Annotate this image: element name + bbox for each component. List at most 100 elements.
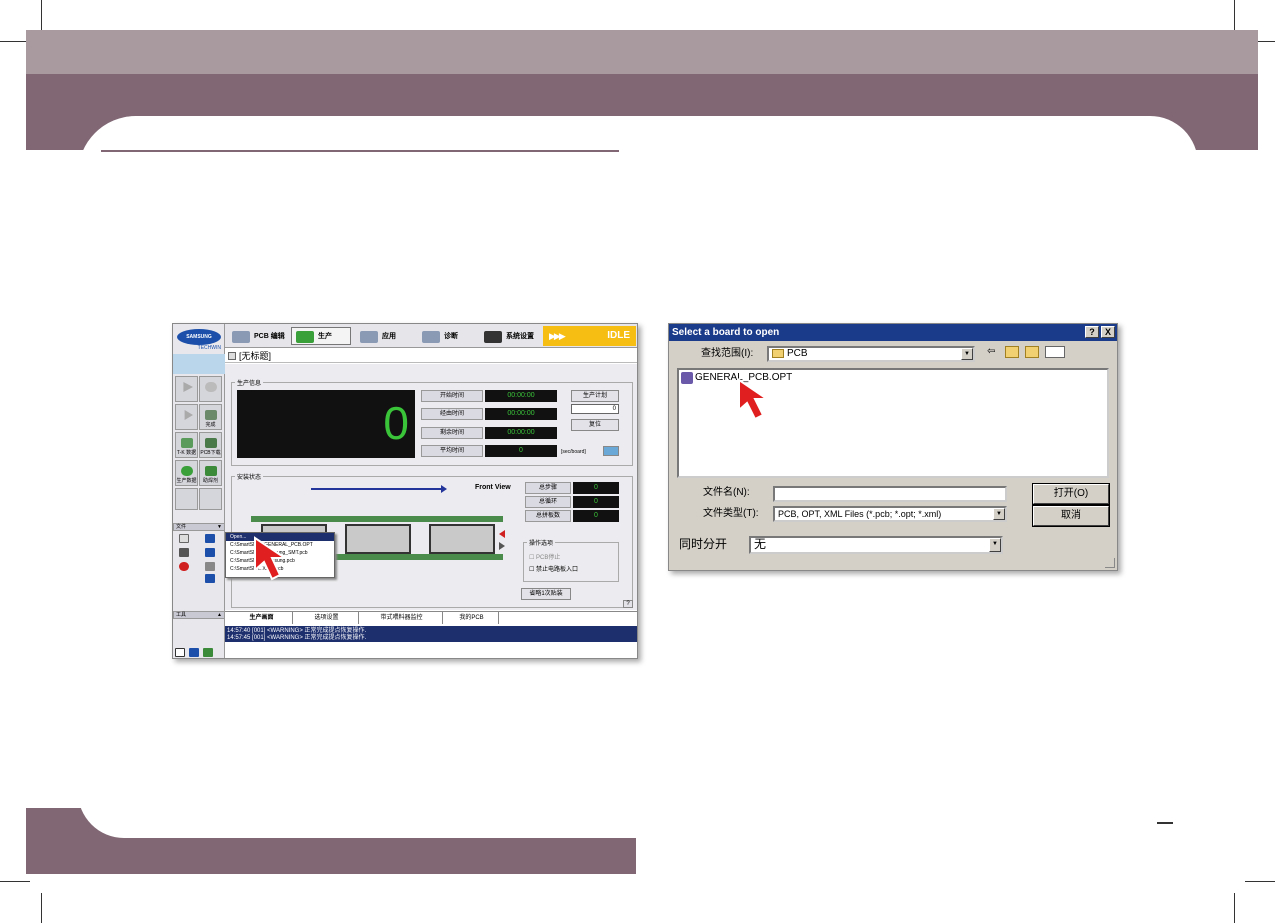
tab-my-pcb[interactable]: 我的PCB bbox=[445, 612, 499, 624]
resize-grip[interactable] bbox=[1105, 558, 1115, 568]
prod-data-button[interactable]: 生产数据 bbox=[175, 460, 198, 486]
main-toolbar: PCB 编辑 生产 应用 诊断 系统设置 ▶▶▶ IDLE bbox=[225, 324, 637, 348]
file-type-value: PCB, OPT, XML Files (*.pcb; *.opt; *.xml… bbox=[778, 509, 942, 519]
dropdown-arrow-icon[interactable]: ▼ bbox=[961, 348, 973, 360]
crop-mark bbox=[41, 0, 42, 30]
diagnose-tab[interactable]: 诊断 bbox=[417, 327, 475, 345]
apply-tab[interactable]: 应用 bbox=[355, 327, 413, 345]
remaining-time-value: 00:00:00 bbox=[485, 427, 557, 439]
complete-button[interactable]: 完成 bbox=[199, 404, 222, 430]
system-settings-tab[interactable]: 系统设置 bbox=[479, 327, 541, 345]
wave-graphic bbox=[173, 354, 225, 374]
cancel-button[interactable]: 取消 bbox=[1032, 505, 1110, 527]
look-in-select[interactable]: PCB ▼ bbox=[767, 346, 975, 362]
calculator-button[interactable] bbox=[603, 446, 619, 456]
pcb-edit-tab[interactable]: PCB 编辑 bbox=[227, 327, 289, 345]
file-type-label: 文件类型(T): bbox=[703, 508, 759, 519]
new-folder-icon[interactable] bbox=[1025, 346, 1039, 358]
tool-icon[interactable] bbox=[203, 648, 213, 657]
skip-mount-button[interactable]: 省略1次贴装 bbox=[521, 588, 571, 600]
copy-icon[interactable] bbox=[205, 562, 215, 571]
operation-options-label: 操作选项 bbox=[527, 538, 556, 547]
chevron-up-icon: ▲ bbox=[217, 612, 222, 618]
flux-button[interactable]: 助焊剂 bbox=[199, 460, 222, 486]
new-file-icon[interactable] bbox=[179, 534, 189, 543]
hand-button[interactable] bbox=[199, 376, 222, 402]
tools-section-header[interactable]: 工具 ▲ bbox=[173, 611, 225, 619]
content-area-top bbox=[78, 116, 1198, 176]
file-list[interactable]: GENERAL_PCB.OPT bbox=[677, 368, 1109, 478]
red-pointer-icon bbox=[738, 378, 771, 421]
dropdown-arrow-icon[interactable]: ▼ bbox=[993, 508, 1005, 520]
pcb-download-label: PCB下载 bbox=[200, 450, 221, 456]
open-folder-icon[interactable] bbox=[205, 534, 215, 543]
save-as-icon[interactable] bbox=[205, 548, 215, 557]
tab-production-screen[interactable]: 生产画面 bbox=[231, 612, 293, 624]
print-icon[interactable] bbox=[205, 574, 215, 583]
average-time-value: 0 bbox=[485, 445, 557, 457]
close-button[interactable]: X bbox=[1101, 326, 1115, 338]
file-section-header[interactable]: 文件 ▼ bbox=[173, 523, 225, 531]
pcb-stop-option[interactable]: ☐ PCB停止 bbox=[529, 552, 560, 561]
start-time-label: 开始时间 bbox=[421, 390, 483, 402]
file-name-label: 文件名(N): bbox=[703, 487, 750, 498]
sidebar: SAMSUNG TECHWIN 完成 T-K 数据 PCB下载 生产数据 助焊剂… bbox=[173, 324, 225, 658]
file-type-select[interactable]: PCB, OPT, XML Files (*.pcb; *.opt; *.xml… bbox=[773, 506, 1007, 522]
production-screen: SAMSUNG TECHWIN 完成 T-K 数据 PCB下载 生产数据 助焊剂… bbox=[172, 323, 638, 659]
tab-tape-feeder-monitor[interactable]: 带式喂料器监控 bbox=[361, 612, 443, 624]
bottom-tab-bar: 生产画面 选项设置 带式喂料器监控 我的PCB bbox=[225, 611, 637, 624]
document-title: [无标题] bbox=[239, 351, 272, 361]
step-button[interactable] bbox=[175, 404, 198, 430]
total-steps-label: 总步骤 bbox=[525, 482, 571, 494]
record-icon[interactable] bbox=[179, 562, 189, 571]
save-icon[interactable] bbox=[179, 548, 189, 557]
sync-value: 无 bbox=[754, 537, 767, 551]
tk-data-label: T-K 数据 bbox=[176, 450, 197, 456]
complete-label: 完成 bbox=[205, 422, 216, 428]
production-plan-button[interactable]: 生产计划 bbox=[571, 390, 619, 402]
dropdown-arrow-icon[interactable]: ▼ bbox=[989, 538, 1001, 552]
reset-button[interactable]: 复位 bbox=[571, 419, 619, 431]
pcb-edit-label: PCB 编辑 bbox=[254, 333, 285, 340]
apply-label: 应用 bbox=[382, 333, 396, 340]
grid-icon bbox=[181, 438, 193, 448]
pcb-download-button[interactable]: PCB下载 bbox=[199, 432, 222, 458]
up-folder-icon[interactable] bbox=[1005, 346, 1019, 358]
help-button[interactable]: ? bbox=[1085, 326, 1099, 338]
total-steps-value: 0 bbox=[573, 482, 619, 494]
gray-arrow-icon bbox=[499, 542, 505, 550]
production-icon bbox=[296, 331, 314, 343]
hand-icon bbox=[205, 382, 217, 392]
open-button[interactable]: 打开(O) bbox=[1032, 483, 1110, 505]
empty-button[interactable] bbox=[199, 488, 222, 510]
crop-mark bbox=[1234, 0, 1235, 30]
hand-complete-icon bbox=[205, 410, 217, 420]
sync-select[interactable]: 无 ▼ bbox=[749, 536, 1003, 554]
file-name-input[interactable] bbox=[773, 486, 1007, 502]
apply-icon bbox=[360, 331, 378, 343]
help-button[interactable]: ? bbox=[623, 600, 633, 608]
operation-options-group bbox=[523, 542, 619, 582]
production-tab[interactable]: 生产 bbox=[291, 327, 351, 345]
back-arrow-icon[interactable]: ⇦ bbox=[987, 346, 995, 358]
block-entry-option[interactable]: ☐ 禁止电路板入口 bbox=[529, 564, 578, 573]
status-arrows: ▶▶▶ bbox=[549, 331, 566, 341]
font-icon[interactable] bbox=[175, 648, 185, 657]
production-plan-input[interactable]: 0 bbox=[571, 404, 619, 414]
folder-icon bbox=[772, 348, 784, 358]
system-settings-label: 系统设置 bbox=[506, 333, 534, 340]
sync-label: 同时分开 bbox=[679, 537, 728, 551]
tk-data-button[interactable]: T-K 数据 bbox=[175, 432, 198, 458]
pcb-stop-label: PCB停止 bbox=[536, 555, 561, 561]
header-band-light bbox=[26, 30, 1258, 76]
printer-icon[interactable] bbox=[189, 648, 199, 657]
tab-option-settings[interactable]: 选项设置 bbox=[295, 612, 359, 624]
document-title-bar: [无标题] bbox=[225, 349, 637, 363]
play-button[interactable] bbox=[175, 376, 198, 402]
elapsed-time-value: 00:00:00 bbox=[485, 408, 557, 420]
time-unit-label: [sec/board] bbox=[561, 449, 586, 455]
view-menu-icon[interactable] bbox=[1045, 346, 1065, 358]
empty-button[interactable] bbox=[175, 488, 198, 510]
document-icon bbox=[228, 352, 236, 360]
production-count-display: 0 bbox=[237, 390, 415, 458]
